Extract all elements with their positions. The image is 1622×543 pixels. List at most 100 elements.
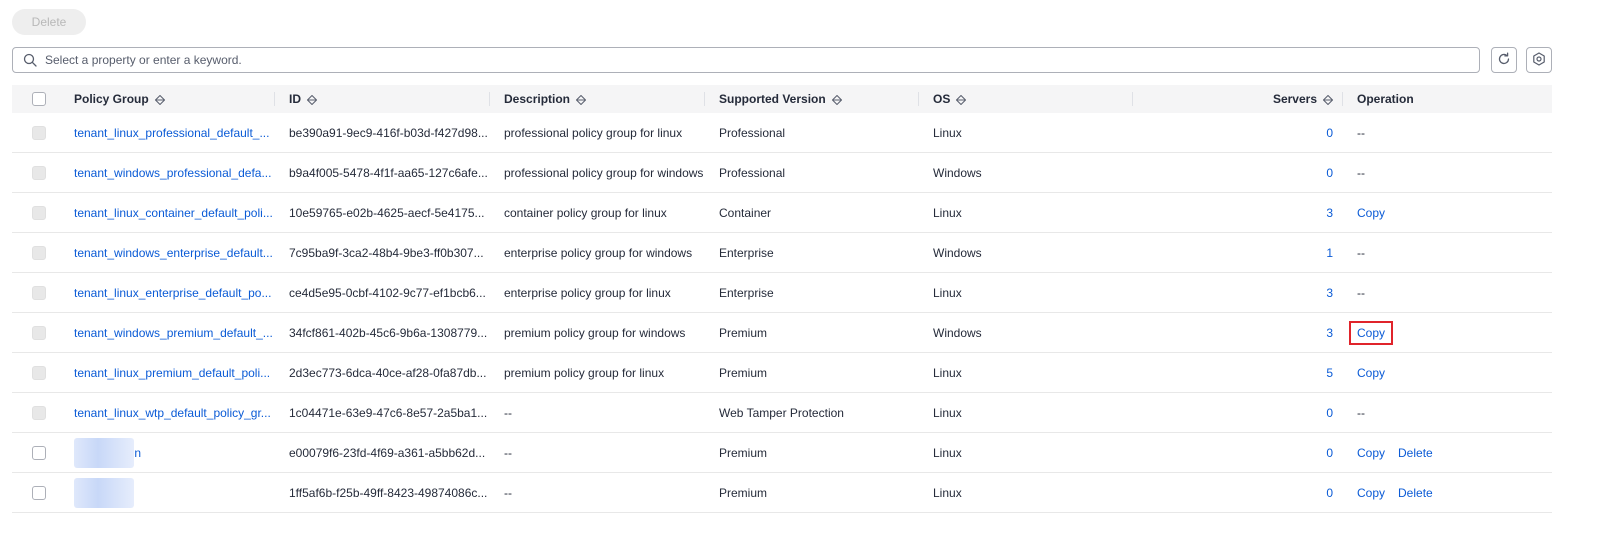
sort-icon[interactable] [306,94,318,106]
servers-cell[interactable]: 0 [1133,153,1343,192]
servers-cell[interactable]: 0 [1133,473,1343,512]
select-all-checkbox[interactable] [32,92,46,106]
policy-group-link[interactable]: tenant_windows_enterprise_default... [74,246,273,260]
os-cell: Windows [919,233,1133,272]
policy-group-cell[interactable]: tenant_linux_premium_default_poli... [60,353,275,392]
delete-button[interactable]: Delete [12,9,86,35]
sort-icon[interactable] [956,94,967,106]
copy-button[interactable]: Copy [1357,366,1385,380]
policy-group-link[interactable]: tenant_linux_enterprise_default_po... [74,286,271,300]
policy-group-cell[interactable]: tenant_linux_wtp_default_policy_gr... [60,393,275,432]
servers-count-link[interactable]: 3 [1326,286,1333,300]
servers-cell[interactable]: 3 [1133,193,1343,232]
delete-row-button[interactable]: Delete [1398,446,1433,460]
os-value: Windows [933,165,982,180]
sort-icon[interactable] [575,94,587,106]
policy-group-link[interactable]: tenant_linux_premium_default_poli... [74,366,270,380]
version-value: Container [719,205,772,220]
version-value: Premium [719,485,768,500]
column-supported-version[interactable]: Supported Version [705,85,919,113]
column-servers[interactable]: Servers [1133,85,1343,113]
column-policy-group[interactable]: Policy Group [60,85,275,113]
servers-count-link[interactable]: 3 [1326,206,1333,220]
os-value: Linux [933,445,962,460]
servers-count-link[interactable]: 0 [1326,406,1333,420]
table-row: tenant_linux_container_default_poli... 1… [12,193,1552,233]
id-cell: 34fcf861-402b-45c6-9b6a-1308779... [275,313,490,352]
servers-count-link[interactable]: 0 [1326,126,1333,140]
operation-cell: -- [1343,233,1552,272]
description-cell: professional policy group for windows [490,153,705,192]
policy-group-cell[interactable]: tenant_windows_premium_default_... [60,313,275,352]
servers-count-link[interactable]: 0 [1326,446,1333,460]
id-value: ce4d5e95-0cbf-4102-9c77-ef1bcb6... [289,285,486,300]
copy-button[interactable]: Copy [1349,320,1394,345]
servers-cell[interactable]: 1 [1133,233,1343,272]
servers-cell[interactable]: 3 [1133,273,1343,312]
os-cell: Windows [919,313,1133,352]
redacted-name: n [74,437,141,468]
policy-group-link[interactable]: tenant_windows_professional_defa... [74,166,271,180]
policy-group-link[interactable]: tenant_linux_wtp_default_policy_gr... [74,406,271,420]
policy-group-cell[interactable] [60,473,275,512]
search-input[interactable] [45,49,1479,71]
servers-count-link[interactable]: 1 [1326,246,1333,260]
os-cell: Linux [919,433,1133,472]
servers-cell[interactable]: 0 [1133,113,1343,152]
copy-button[interactable]: Copy [1357,486,1385,500]
operation-cell: Copy [1343,313,1552,352]
id-value: 10e59765-e02b-4625-aecf-5e4175... [289,205,485,220]
search-icon [23,52,39,68]
table-row: tenant_windows_professional_defa... b9a4… [12,153,1552,193]
policy-group-link[interactable]: tenant_linux_professional_default_... [74,126,269,140]
settings-button[interactable] [1526,47,1552,73]
description-value: container policy group for linux [504,205,667,220]
os-value: Linux [933,405,962,420]
policy-group-link[interactable]: n [134,446,141,460]
policy-group-cell[interactable]: tenant_linux_professional_default_... [60,113,275,152]
column-supported-version-label: Supported Version [719,92,826,106]
policy-group-link[interactable]: tenant_linux_container_default_poli... [74,206,273,220]
servers-count-link[interactable]: 3 [1326,326,1333,340]
policy-group-cell[interactable]: tenant_linux_enterprise_default_po... [60,273,275,312]
policy-group-cell[interactable]: tenant_windows_enterprise_default... [60,233,275,272]
servers-cell[interactable]: 5 [1133,353,1343,392]
servers-count-link[interactable]: 0 [1326,486,1333,500]
os-cell: Linux [919,473,1133,512]
policy-group-cell[interactable]: tenant_linux_container_default_poli... [60,193,275,232]
os-value: Linux [933,365,962,380]
column-os[interactable]: OS [919,85,1133,113]
servers-cell[interactable]: 0 [1133,393,1343,432]
column-id[interactable]: ID [275,85,490,113]
os-cell: Linux [919,193,1133,232]
sort-icon[interactable] [831,94,842,106]
column-id-label: ID [289,92,301,106]
sort-icon[interactable] [1322,94,1334,106]
column-description[interactable]: Description [490,85,705,113]
sort-icon[interactable] [154,94,165,106]
os-value: Linux [933,205,962,220]
id-value: 34fcf861-402b-45c6-9b6a-1308779... [289,325,488,340]
description-value: premium policy group for windows [504,325,686,340]
table-header: Policy Group ID Description Supported Ve… [12,85,1552,113]
search-box[interactable] [12,47,1480,73]
version-cell: Premium [705,313,919,352]
policy-group-cell[interactable]: n [60,433,275,472]
servers-count-link[interactable]: 5 [1326,366,1333,380]
copy-button[interactable]: Copy [1357,446,1385,460]
description-cell: enterprise policy group for linux [490,273,705,312]
description-cell: premium policy group for windows [490,313,705,352]
description-value: -- [504,445,512,460]
servers-cell[interactable]: 0 [1133,433,1343,472]
operation-cell: Copy [1343,353,1552,392]
servers-count-link[interactable]: 0 [1326,166,1333,180]
operation-cell: -- [1343,393,1552,432]
copy-button[interactable]: Copy [1357,206,1385,220]
row-checkbox[interactable] [32,445,46,460]
policy-group-cell[interactable]: tenant_windows_professional_defa... [60,153,275,192]
servers-cell[interactable]: 3 [1133,313,1343,352]
policy-group-link[interactable]: tenant_windows_premium_default_... [74,326,273,340]
refresh-button[interactable] [1491,47,1517,73]
row-checkbox[interactable] [32,485,46,500]
delete-row-button[interactable]: Delete [1398,486,1433,500]
